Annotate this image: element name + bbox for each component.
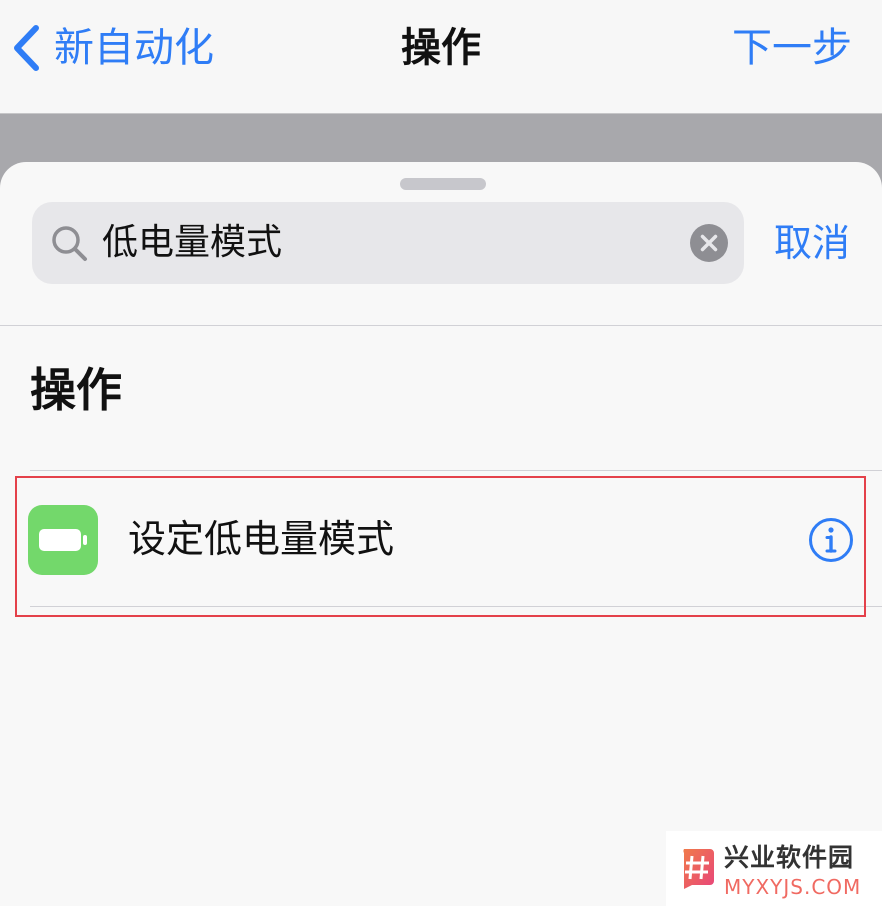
back-button[interactable]: 新自动化 — [12, 22, 214, 74]
watermark-url: MYXYJS.COM — [724, 875, 862, 899]
watermark: 兴业软件园 MYXYJS.COM — [666, 831, 882, 906]
watermark-title: 兴业软件园 — [724, 843, 855, 872]
action-item-label: 设定低电量模式 — [128, 517, 395, 561]
divider — [0, 325, 882, 326]
search-field[interactable] — [32, 202, 744, 284]
action-picker-sheet: 取消 操作 设定低电量模式 — [0, 162, 882, 906]
search-input[interactable] — [102, 202, 662, 284]
info-icon[interactable] — [808, 517, 854, 563]
logo-icon — [683, 849, 714, 889]
navigation-bar: 新自动化 操作 下一步 — [0, 0, 882, 114]
next-button[interactable]: 下一步 — [732, 22, 852, 74]
back-button-label: 新自动化 — [54, 25, 214, 71]
section-title: 操作 — [30, 363, 122, 417]
divider — [30, 606, 882, 607]
battery-icon — [28, 505, 98, 575]
chevron-left-icon — [14, 25, 39, 71]
clear-text-icon[interactable] — [690, 224, 728, 262]
sheet-grabber-handle[interactable] — [400, 178, 486, 190]
search-icon — [52, 226, 87, 261]
cancel-button[interactable]: 取消 — [774, 202, 850, 284]
action-item-set-low-power-mode[interactable]: 设定低电量模式 — [0, 471, 882, 607]
screen: 新自动化 操作 下一步 取消 操作 — [0, 0, 882, 906]
